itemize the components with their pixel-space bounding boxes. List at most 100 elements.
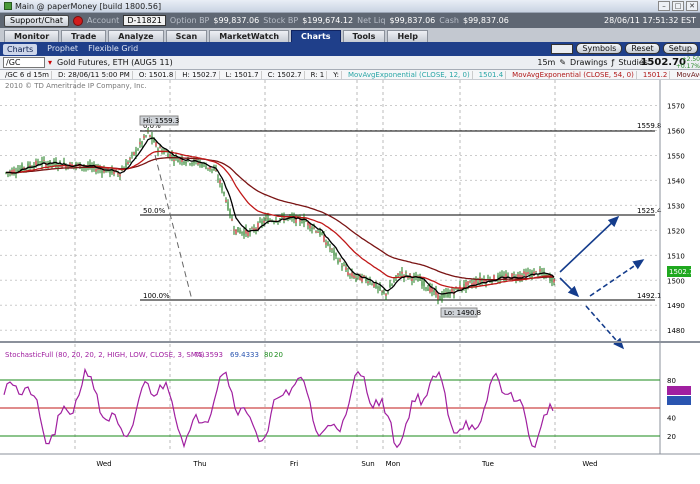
main-tab-tools[interactable]: Tools [342, 30, 386, 42]
candle-body [217, 178, 219, 180]
account-label: Account [87, 16, 120, 25]
candle-body [135, 149, 137, 155]
candle-body [19, 168, 21, 170]
main-tab-help[interactable]: Help [387, 30, 429, 42]
price-tick: 1570 [667, 103, 685, 111]
window-controls: – □ ✕ [658, 1, 698, 11]
reset-button[interactable]: Reset [625, 43, 660, 54]
symbols-button[interactable]: Symbols [576, 43, 623, 54]
dashed-trendline[interactable] [154, 154, 193, 301]
main-tab-charts[interactable]: Charts [291, 30, 341, 42]
candle-body [353, 275, 355, 279]
info-low: L: 1501.7 [224, 70, 262, 79]
info-period: /GC 6 d 15m [3, 70, 52, 79]
chart-area[interactable]: 2010 © TD Ameritrade IP Company, Inc. 0.… [0, 80, 700, 484]
close-icon[interactable]: ✕ [686, 1, 698, 11]
projection-arrow-dashed-up[interactable] [589, 259, 645, 297]
sub-tab-prophet[interactable]: Prophet [47, 44, 78, 55]
candle-body [241, 231, 243, 234]
candle-body [345, 267, 347, 270]
candle-body [529, 272, 531, 275]
candle-body [37, 161, 39, 164]
candle-body [139, 142, 141, 145]
candle-body [243, 231, 245, 236]
sub-tab-list: Charts Prophet Flexible Grid [3, 43, 138, 55]
candle-body [507, 274, 509, 276]
candle-body [423, 280, 425, 287]
candle-body [261, 221, 263, 225]
candle-body [197, 162, 199, 165]
stock-bp-label: Stock BP [263, 16, 299, 25]
maximize-icon[interactable]: □ [672, 1, 684, 11]
main-tab-scan[interactable]: Scan [165, 30, 208, 42]
chevron-down-icon[interactable]: ▾ [48, 58, 52, 67]
candle-body [149, 135, 151, 137]
pencil-icon[interactable]: ✎ [559, 58, 566, 67]
setup-button[interactable]: Setup [662, 43, 698, 54]
candle-body [171, 154, 173, 157]
fib-50-value: 1525.4 [637, 207, 662, 215]
candle-body [223, 191, 225, 195]
candle-body [323, 235, 325, 242]
account-select[interactable]: D-11821 [123, 15, 166, 26]
candle-body [239, 230, 241, 234]
candle-body [99, 169, 101, 170]
candle-body [133, 152, 135, 155]
fib-50-label: 50.0% [143, 207, 166, 215]
price-tick: 1480 [667, 327, 685, 335]
ma-fast-label: MovAvgExponential (CLOSE, 12, 0) [346, 70, 473, 79]
main-tab-marketwatch[interactable]: MarketWatch [209, 30, 290, 42]
candle-body [137, 149, 139, 151]
net-liq-value: $99,837.06 [389, 16, 436, 25]
minimize-icon[interactable]: – [658, 1, 670, 11]
projection-arrow-up[interactable] [559, 215, 620, 273]
candle-body [305, 220, 307, 222]
sub-tab-charts[interactable]: Charts [3, 43, 38, 55]
candle-body [523, 271, 525, 274]
main-tab-monitor[interactable]: Monitor [4, 30, 60, 42]
main-tabs: Monitor Trade Analyze Scan MarketWatch Charts… [0, 28, 700, 42]
chart-grid [0, 80, 660, 452]
price-tick: 1530 [667, 202, 685, 210]
candle-body [29, 165, 31, 167]
candle-body [185, 161, 187, 164]
sub-tab-flexible-grid[interactable]: Flexible Grid [88, 44, 138, 55]
info-r: R: 1 [309, 70, 328, 79]
candle-body [251, 227, 253, 229]
drawings-button[interactable]: Drawings [570, 58, 607, 67]
candle-body [301, 222, 303, 224]
candle-body [381, 290, 383, 292]
price-tick: 1560 [667, 128, 685, 136]
stoch-label: StochasticFull (80, 20, 20, 2, HIGH, LOW… [5, 351, 205, 359]
candle-body [439, 295, 441, 300]
support-chat-button[interactable]: Support/Chat [4, 14, 70, 27]
stoch-tick: 40 [667, 414, 676, 422]
price-tick: 1540 [667, 177, 685, 185]
sub-tabs: Charts Prophet Flexible Grid Symbols Reset… [0, 42, 700, 56]
app-window: Main @ paperMoney [build 1800.56] – □ ✕ … [0, 0, 700, 484]
symbol-input[interactable]: /GC [3, 57, 45, 68]
candle-body [281, 214, 283, 216]
candle-body [427, 288, 429, 291]
price-tick: 1490 [667, 302, 685, 310]
last-price-marker-text: 1502.7 [669, 268, 694, 276]
price-chart[interactable]: 2010 © TD Ameritrade IP Company, Inc. 0.… [0, 80, 700, 484]
main-tab-analyze[interactable]: Analyze [108, 30, 164, 42]
layout-slot[interactable] [551, 43, 574, 54]
interval-selector[interactable]: 15m [537, 58, 555, 67]
candle-body [347, 272, 349, 275]
candle-body [235, 229, 237, 235]
candle-body [329, 247, 331, 249]
price-tick: 1520 [667, 227, 685, 235]
price-tick: 1510 [667, 252, 685, 260]
candle-body [143, 135, 145, 139]
info-high: H: 1502.7 [180, 70, 220, 79]
change-percent: +0.17% [675, 63, 700, 70]
candle-body [405, 272, 407, 274]
studies-icon[interactable]: ƒ [611, 58, 614, 67]
candle-body [231, 218, 233, 221]
main-tab-trade[interactable]: Trade [61, 30, 107, 42]
candle-body [341, 266, 343, 268]
net-liq-label: Net Liq [357, 16, 386, 25]
alert-icon[interactable] [73, 15, 84, 26]
